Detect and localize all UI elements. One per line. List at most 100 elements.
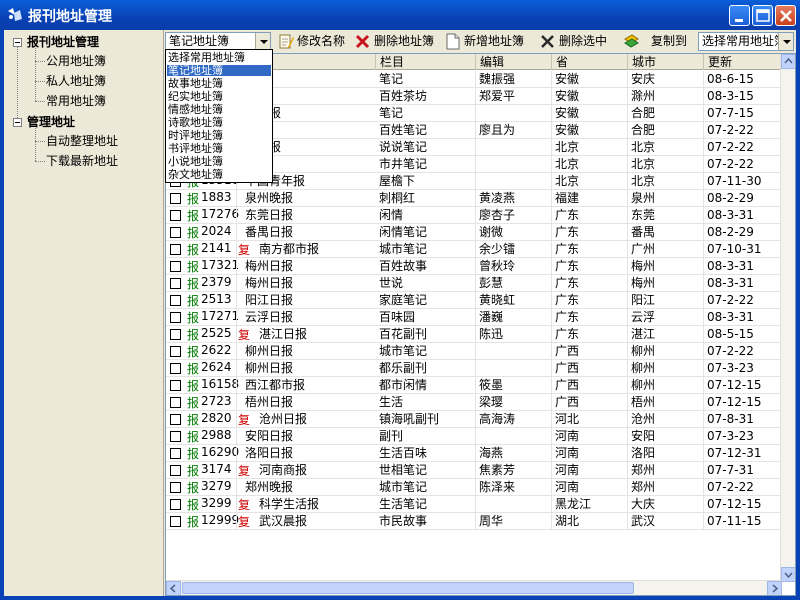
dropdown-option[interactable]: 故事地址簿 xyxy=(167,78,271,89)
cell-newspaper: 郑州晚报 xyxy=(245,480,294,494)
new-document-icon xyxy=(446,33,460,50)
table-row[interactable]: 报 2820 复沧州日报 镇海吼副刊 高海涛 河北 沧州 07-8-31 xyxy=(166,411,782,428)
vertical-scrollbar[interactable] xyxy=(780,54,795,582)
row-checkbox[interactable] xyxy=(170,448,181,459)
table-row[interactable]: 报 17271 云浮日报 百味园 潘巍 广东 云浮 08-3-31 xyxy=(166,309,782,326)
row-checkbox[interactable] xyxy=(170,380,181,391)
table-row[interactable]: 报 17321 梅州日报 百姓故事 曾秋玲 广东 梅州 08-3-31 xyxy=(166,258,782,275)
tree-item-download-latest[interactable]: 下载最新地址 xyxy=(46,153,118,169)
scroll-right-button[interactable] xyxy=(767,581,782,595)
scrollbar-thumb[interactable] xyxy=(182,582,634,594)
table-row[interactable]: 报 2141 复南方都市报 城市笔记 余少镭 广东 广州 07-10-31 xyxy=(166,241,782,258)
dropdown-option[interactable]: 笔记地址簿 xyxy=(167,65,271,76)
bao-badge: 报 xyxy=(187,379,200,393)
table-row[interactable]: 报 16158 西江都市报 都市闲情 筱墨 广西 柳州 07-12-15 xyxy=(166,377,782,394)
row-checkbox[interactable] xyxy=(170,516,181,527)
rename-button[interactable]: 修改名称 xyxy=(277,32,353,51)
tree-group-manage-address[interactable]: 管理地址 xyxy=(27,114,75,130)
delete-selected-button[interactable]: 删除选中 xyxy=(539,32,613,51)
delete-book-button[interactable]: 删除地址簿 xyxy=(354,32,440,51)
column-header-updated[interactable]: 更新 xyxy=(704,54,782,70)
row-id: 16158 xyxy=(201,377,240,391)
chevron-down-icon[interactable] xyxy=(778,33,793,50)
row-checkbox[interactable] xyxy=(170,397,181,408)
dropdown-option[interactable]: 选择常用地址簿 xyxy=(167,52,271,63)
cell-column: 百味园 xyxy=(376,309,476,326)
row-checkbox[interactable] xyxy=(170,329,181,340)
row-id: 17271 xyxy=(201,309,240,323)
table-row[interactable]: 报 2622 柳州日报 城市笔记 广西 柳州 07-2-22 xyxy=(166,343,782,360)
tree-item-private-book[interactable]: 私人地址簿 xyxy=(46,73,106,89)
collapse-icon[interactable] xyxy=(13,38,22,47)
horizontal-scrollbar[interactable] xyxy=(166,580,782,595)
tree-group-address-management[interactable]: 报刊地址管理 xyxy=(27,34,99,50)
table-row[interactable]: 报 3279 郑州晚报 城市笔记 陈泽来 河南 郑州 07-2-22 xyxy=(166,479,782,496)
copy-target-combo[interactable]: 选择常用地址簿 xyxy=(698,32,794,51)
delete-x-icon xyxy=(355,34,370,49)
new-book-button[interactable]: 新增地址簿 xyxy=(444,32,530,51)
maximize-button[interactable] xyxy=(752,5,773,26)
tree-item-common-book[interactable]: 常用地址簿 xyxy=(46,93,106,109)
cell-updated: 07-12-31 xyxy=(704,445,782,462)
cell-updated: 08-3-31 xyxy=(704,309,782,326)
scroll-up-button[interactable] xyxy=(781,54,795,69)
row-checkbox[interactable] xyxy=(170,414,181,425)
cell-column: 市井笔记 xyxy=(376,156,476,173)
close-button[interactable] xyxy=(775,5,796,26)
scroll-left-button[interactable] xyxy=(166,581,181,595)
chevron-down-icon[interactable] xyxy=(255,33,270,50)
row-checkbox[interactable] xyxy=(170,346,181,357)
row-checkbox[interactable] xyxy=(170,295,181,306)
dropdown-option[interactable]: 书评地址簿 xyxy=(167,143,271,154)
cell-editor: 陈迅 xyxy=(476,326,552,343)
cell-editor: 周华 xyxy=(476,513,552,530)
copy-to-button[interactable]: 复制到 xyxy=(623,32,691,51)
tree-item-auto-organize[interactable]: 自动整理地址 xyxy=(46,133,118,149)
bao-badge: 报 xyxy=(187,430,200,444)
table-row[interactable]: 报 2723 梧州日报 生活 梁璎 广西 梧州 07-12-15 xyxy=(166,394,782,411)
table-row[interactable]: 报 2525 复湛江日报 百花副刊 陈迅 广东 湛江 08-5-15 xyxy=(166,326,782,343)
row-checkbox[interactable] xyxy=(170,210,181,221)
table-row[interactable]: 报 17276 东莞日报 闲情 廖杏子 广东 东莞 08-3-31 xyxy=(166,207,782,224)
table-row[interactable]: 报 3299 复科学生活报 生活笔记 黑龙江 大庆 07-12-15 xyxy=(166,496,782,513)
table-row[interactable]: 报 1883 泉州晚报 刺桐红 黄凌燕 福建 泉州 08-2-29 xyxy=(166,190,782,207)
row-id: 2525 xyxy=(201,326,232,340)
collapse-icon[interactable] xyxy=(13,118,22,127)
table-row[interactable]: 报 2988 安阳日报 副刊 河南 安阳 07-3-23 xyxy=(166,428,782,445)
address-book-dropdown: 选择常用地址簿 笔记地址簿故事地址簿纪实地址簿情感地址簿诗歌地址簿时评地址簿书评地… xyxy=(165,49,273,183)
column-header-city[interactable]: 城市 xyxy=(628,54,704,70)
tree-item-public-book[interactable]: 公用地址簿 xyxy=(46,53,106,69)
row-checkbox[interactable] xyxy=(170,431,181,442)
scroll-down-button[interactable] xyxy=(781,567,795,582)
dropdown-option[interactable]: 时评地址簿 xyxy=(167,130,271,141)
row-checkbox[interactable] xyxy=(170,244,181,255)
row-checkbox[interactable] xyxy=(170,499,181,510)
tree-line xyxy=(35,128,36,161)
column-header-column[interactable]: 栏目 xyxy=(376,54,476,70)
minimize-button[interactable] xyxy=(729,5,750,26)
table-row[interactable]: 报 16290 洛阳日报 生活百味 海燕 河南 洛阳 07-12-31 xyxy=(166,445,782,462)
cell-city: 沧州 xyxy=(628,411,704,428)
row-checkbox[interactable] xyxy=(170,465,181,476)
table-row[interactable]: 报 2513 阳江日报 家庭笔记 黄晓虹 广东 阳江 07-2-22 xyxy=(166,292,782,309)
dropdown-option[interactable]: 小说地址簿 xyxy=(167,156,271,167)
dropdown-option[interactable]: 纪实地址簿 xyxy=(167,91,271,102)
column-header-editor[interactable]: 编辑 xyxy=(476,54,552,70)
table-row[interactable]: 报 3174 复河南商报 世相笔记 焦素芳 河南 郑州 07-7-31 xyxy=(166,462,782,479)
row-checkbox[interactable] xyxy=(170,227,181,238)
dropdown-option[interactable]: 杂文地址簿 xyxy=(167,169,271,180)
row-checkbox[interactable] xyxy=(170,363,181,374)
dropdown-option[interactable]: 诗歌地址簿 xyxy=(167,117,271,128)
table-row[interactable]: 报 2624 柳州日报 都乐副刊 广西 柳州 07-3-23 xyxy=(166,360,782,377)
dropdown-option[interactable]: 情感地址簿 xyxy=(167,104,271,115)
column-header-province[interactable]: 省 xyxy=(552,54,628,70)
table-row[interactable]: 报 2379 梅州日报 世说 彭慧 广东 梅州 08-3-31 xyxy=(166,275,782,292)
table-row[interactable]: 报 2024 番禺日报 闲情笔记 谢微 广东 番禺 08-2-29 xyxy=(166,224,782,241)
row-checkbox[interactable] xyxy=(170,278,181,289)
row-checkbox[interactable] xyxy=(170,482,181,493)
table-row[interactable]: 报 12999 复武汉晨报 市民故事 周华 湖北 武汉 07-11-15 xyxy=(166,513,782,530)
row-checkbox[interactable] xyxy=(170,312,181,323)
row-checkbox[interactable] xyxy=(170,261,181,272)
navigation-tree: 报刊地址管理 公用地址簿 私人地址簿 常用地址簿 管理地址 自动整理地址 下载最… xyxy=(4,30,164,596)
row-checkbox[interactable] xyxy=(170,193,181,204)
